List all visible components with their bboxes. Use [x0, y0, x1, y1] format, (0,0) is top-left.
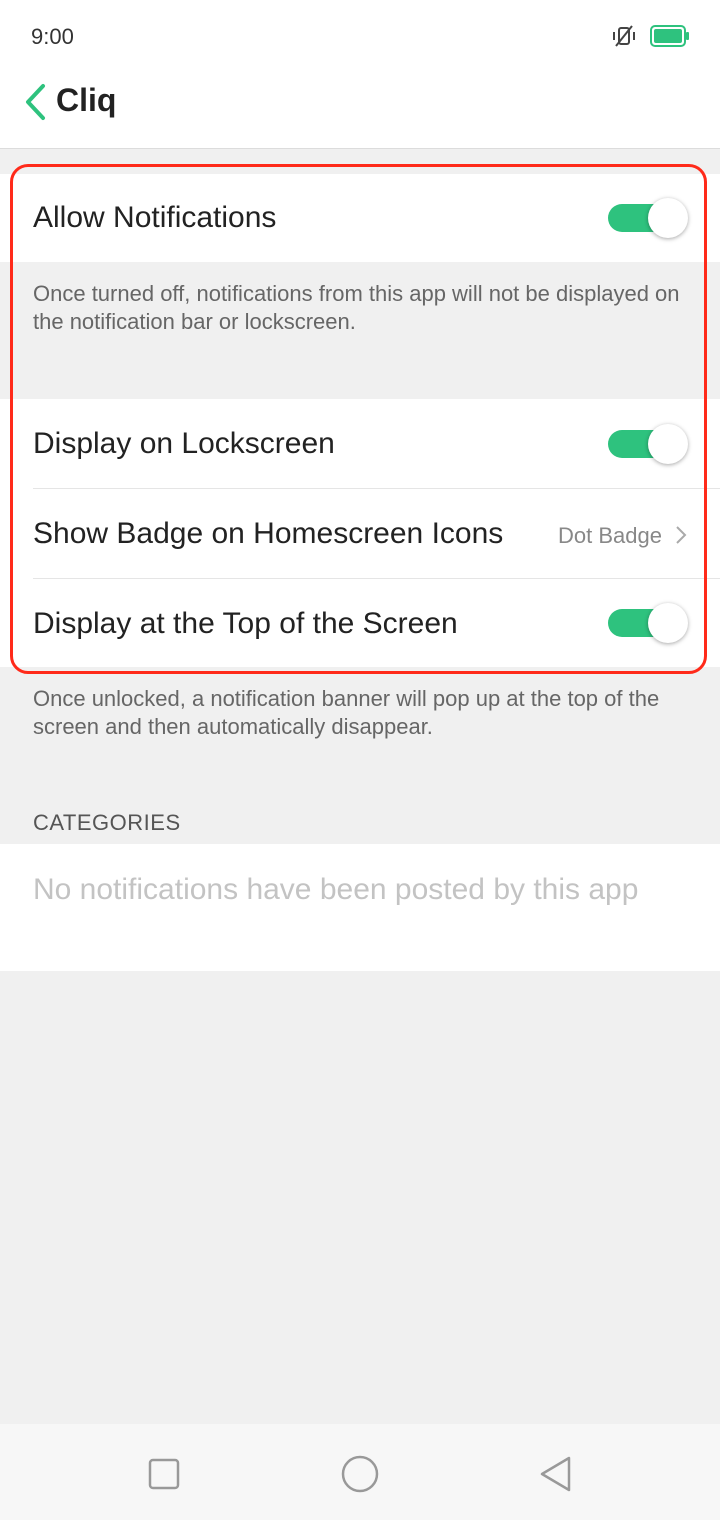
- toggle-knob: [648, 603, 688, 643]
- recents-square-icon[interactable]: [144, 1454, 184, 1494]
- status-time: 9:00: [31, 24, 74, 49]
- navigation-bar: [0, 1424, 720, 1520]
- display-options-group: Display on Lockscreen Show Badge on Home…: [0, 399, 720, 667]
- show-badge-row[interactable]: Show Badge on Homescreen Icons Dot Badge: [0, 489, 720, 578]
- back-triangle-icon[interactable]: [536, 1454, 576, 1494]
- status-icons: [610, 24, 690, 48]
- app-header: Cliq: [0, 70, 720, 149]
- toggle-knob: [648, 424, 688, 464]
- chevron-right-icon: [676, 526, 687, 544]
- chevron-left-icon[interactable]: [18, 80, 58, 124]
- allow-notifications-label: Allow Notifications: [33, 201, 277, 234]
- allow-notifications-toggle[interactable]: [608, 198, 688, 238]
- mute-vibrate-icon: [613, 25, 635, 47]
- notification-settings-screen: 9:00 Cliq Allow Notifications Once turne…: [0, 0, 720, 1520]
- display-lockscreen-label: Display on Lockscreen: [33, 427, 335, 460]
- toggle-knob: [648, 198, 688, 238]
- display-lockscreen-row[interactable]: Display on Lockscreen: [0, 399, 720, 488]
- home-circle-icon[interactable]: [340, 1454, 380, 1494]
- page-title: Cliq: [56, 82, 117, 118]
- categories-header: CATEGORIES: [33, 810, 181, 835]
- status-bar: 9:00: [0, 0, 720, 70]
- allow-notifications-row[interactable]: Allow Notifications: [0, 174, 720, 262]
- allow-notifications-note: Once turned off, notifications from this…: [33, 281, 680, 334]
- display-lockscreen-toggle[interactable]: [608, 424, 688, 464]
- show-badge-value: Dot Badge: [558, 523, 662, 548]
- battery-icon: [650, 25, 689, 47]
- display-top-label: Display at the Top of the Screen: [33, 607, 458, 640]
- categories-empty-text: No notifications have been posted by thi…: [33, 873, 639, 906]
- show-badge-label: Show Badge on Homescreen Icons: [33, 517, 504, 550]
- display-top-row[interactable]: Display at the Top of the Screen: [0, 579, 720, 667]
- display-top-note: Once unlocked, a notification banner wil…: [33, 686, 660, 739]
- display-top-toggle[interactable]: [608, 603, 688, 643]
